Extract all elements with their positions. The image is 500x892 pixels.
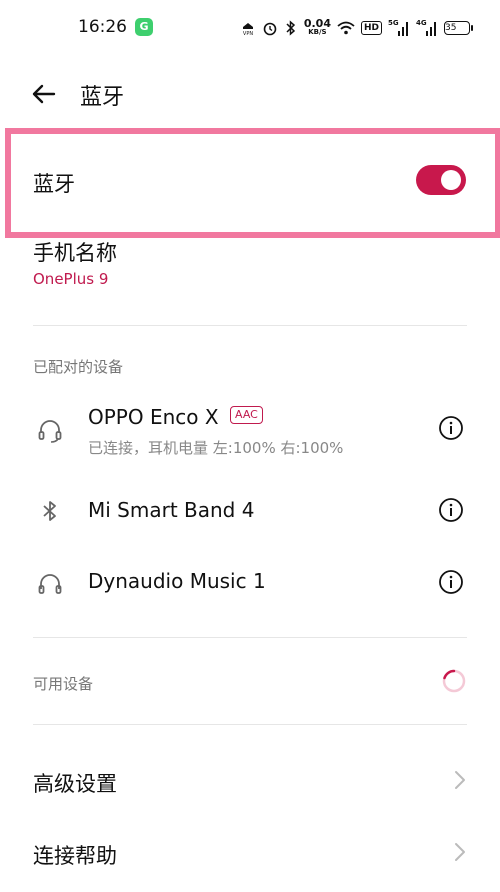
paired-devices-header: 已配对的设备	[33, 358, 124, 376]
battery-icon: 35	[444, 21, 473, 35]
advanced-settings-label: 高级设置	[33, 772, 117, 796]
device-status: 已连接，耳机电量 左:100% 右:100%	[88, 439, 344, 457]
hd-icon: HD	[360, 21, 382, 35]
vpn-icon: VPN	[240, 20, 256, 36]
connection-help-label: 连接帮助	[33, 844, 117, 868]
app-notification-icon: G	[135, 18, 153, 36]
network-speed: 0.04 KB/S	[303, 17, 331, 36]
device-info-button[interactable]	[438, 415, 464, 441]
device-name: OPPO Enco X	[88, 405, 219, 429]
chevron-right-icon	[452, 840, 468, 864]
paired-device-mi-smart-band[interactable]: Mi Smart Band 4	[0, 482, 500, 542]
status-time: 16:26	[78, 17, 127, 37]
bluetooth-status-icon	[284, 20, 298, 36]
info-icon	[439, 498, 463, 522]
wifi-icon	[337, 21, 355, 35]
available-devices-header: 可用设备	[33, 675, 94, 693]
alarm-icon	[262, 20, 278, 36]
back-button[interactable]	[28, 78, 60, 110]
device-name: Dynaudio Music 1	[88, 569, 266, 593]
toggle-knob	[441, 170, 461, 190]
paired-device-dynaudio-music[interactable]: Dynaudio Music 1	[0, 553, 500, 613]
bluetooth-toggle[interactable]	[416, 165, 466, 195]
scanning-spinner-icon	[441, 668, 467, 694]
info-icon	[439, 416, 463, 440]
svg-text:VPN: VPN	[243, 31, 253, 36]
back-arrow-icon	[32, 84, 56, 104]
status-icons: VPN 0.04 KB/S HD 5G 4G 35	[240, 16, 473, 40]
status-bar: 16:26 G VPN 0.04 KB/S HD 5G 4G 35	[0, 0, 500, 58]
phone-name-label[interactable]: 手机名称	[33, 237, 117, 267]
device-name: Mi Smart Band 4	[88, 498, 255, 522]
phone-name-value: OnePlus 9	[33, 270, 109, 288]
bluetooth-icon	[36, 497, 64, 525]
chevron-right-icon	[452, 768, 468, 792]
headphones-icon	[36, 569, 64, 597]
divider	[33, 724, 467, 725]
device-info-button[interactable]	[438, 569, 464, 595]
divider	[33, 325, 467, 326]
codec-badge: AAC	[230, 406, 263, 424]
paired-device-oppo-enco-x[interactable]: OPPO Enco X AAC 已连接，耳机电量 左:100% 右:100%	[0, 398, 500, 464]
device-info-button[interactable]	[438, 497, 464, 523]
bluetooth-label: 蓝牙	[33, 172, 75, 196]
page-title: 蓝牙	[80, 85, 125, 110]
info-icon	[439, 570, 463, 594]
divider	[33, 637, 467, 638]
signal-5g-icon: 5G	[388, 19, 410, 37]
signal-4g-icon: 4G	[416, 19, 438, 37]
headset-icon	[36, 416, 64, 444]
